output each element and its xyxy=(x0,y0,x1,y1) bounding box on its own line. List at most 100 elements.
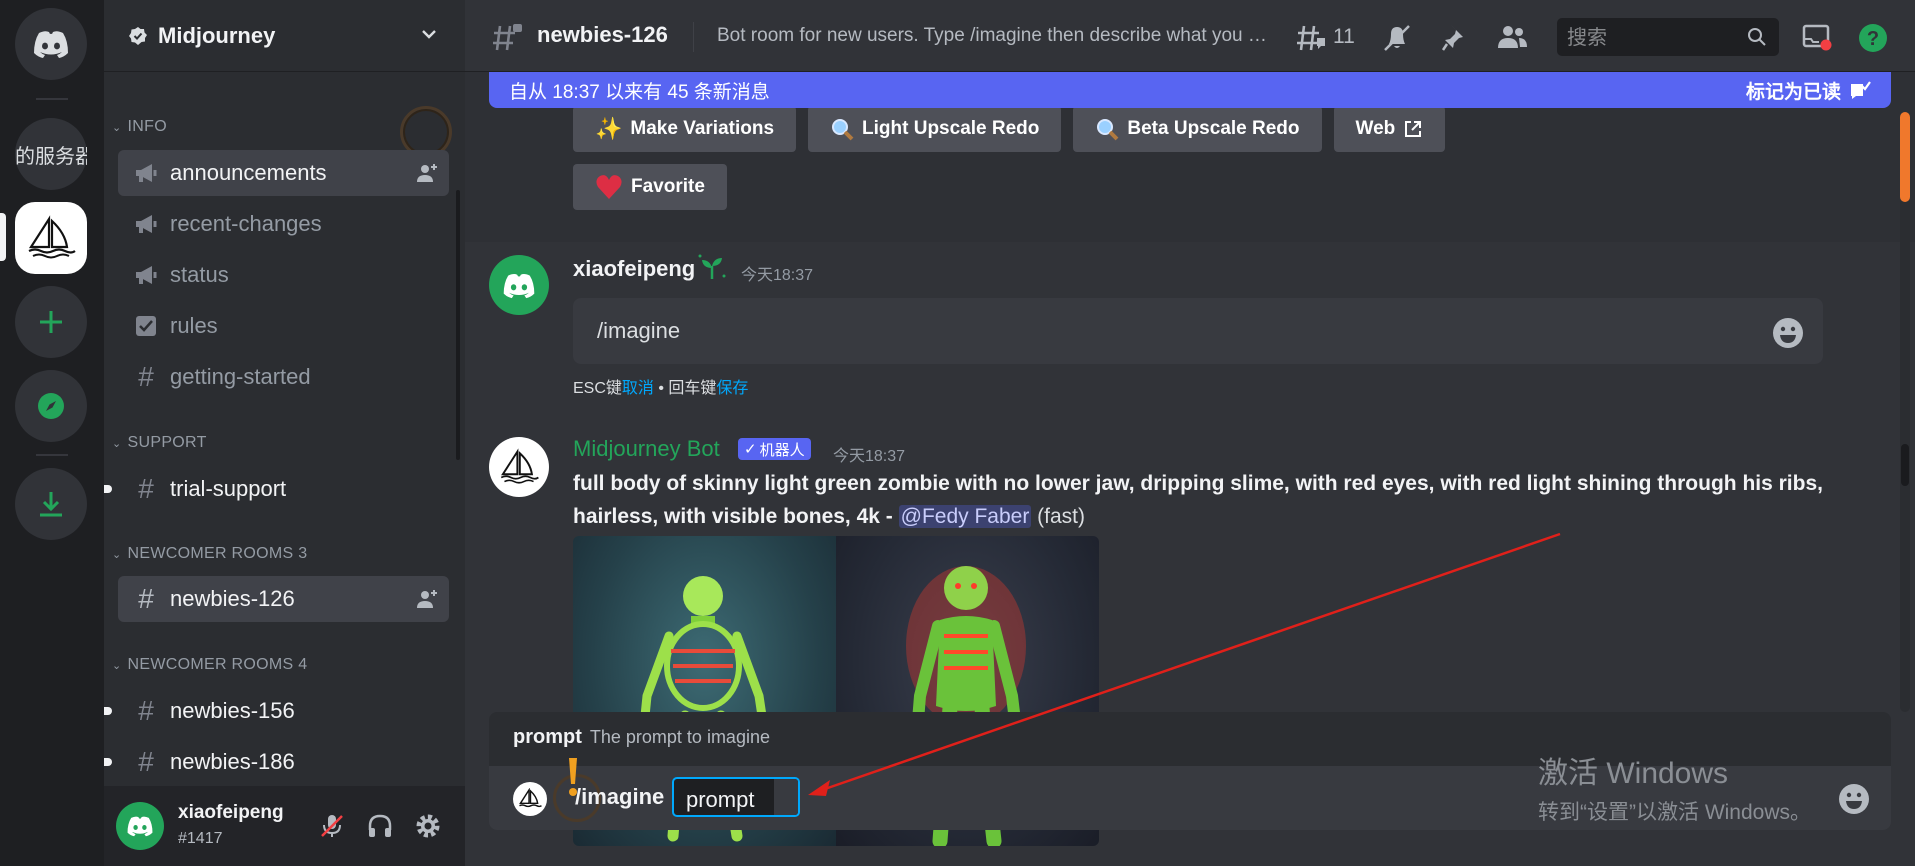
discord-home-button[interactable] xyxy=(15,8,87,80)
cancel-edit-link[interactable]: 取消 xyxy=(622,380,654,397)
channel-title: newbies-126 xyxy=(537,22,668,47)
mark-as-read-button[interactable]: 标记为已读 xyxy=(1746,77,1871,104)
bot-badge-label: 机器人 xyxy=(759,441,805,459)
channel-trial-support[interactable]: # trial-support xyxy=(118,466,449,512)
sprout-badge-icon xyxy=(698,254,726,279)
category-newcomer-rooms-4[interactable]: ⌄ NEWCOMER ROOMS 4 xyxy=(112,656,307,674)
channel-getting-started[interactable]: # getting-started xyxy=(118,354,449,400)
inbox-icon[interactable] xyxy=(1801,22,1833,52)
channel-status[interactable]: status xyxy=(118,252,449,298)
channel-label: newbies-156 xyxy=(170,698,295,723)
channel-label: newbies-186 xyxy=(170,749,295,774)
hashtag-lock-icon: # xyxy=(138,746,154,777)
add-server-button[interactable] xyxy=(15,286,87,358)
channel-label: rules xyxy=(170,313,218,338)
compass-icon xyxy=(38,393,64,419)
megaphone-icon xyxy=(132,210,160,238)
channel-newbies-126[interactable]: # newbies-126 xyxy=(118,576,449,622)
emoji-icon[interactable] xyxy=(1771,316,1805,350)
checkmark-icon: ✓ xyxy=(744,441,757,458)
pin-icon[interactable] xyxy=(1441,22,1469,52)
search-input[interactable] xyxy=(1557,18,1737,56)
add-member-icon[interactable] xyxy=(415,161,439,185)
slash-command: /imagine xyxy=(575,784,665,809)
category-label: NEWCOMER ROOMS 3 xyxy=(127,545,308,562)
server-rail: 的服务器 xyxy=(0,0,104,866)
explore-servers-button[interactable] xyxy=(15,370,87,442)
favorite-button[interactable]: Favorite xyxy=(573,164,727,210)
edit-hint: ESC键取消 • 回车键保存 xyxy=(573,374,748,398)
sailboat-icon xyxy=(28,215,76,259)
message-avatar[interactable] xyxy=(489,255,549,315)
button-label: Web xyxy=(1355,118,1396,139)
channel-recent-changes[interactable]: recent-changes xyxy=(118,201,449,247)
button-label: Beta Upscale Redo xyxy=(1127,118,1300,139)
member-list-icon[interactable] xyxy=(1495,22,1529,52)
channel-rules[interactable]: rules xyxy=(118,303,449,349)
prompt-dash: - xyxy=(879,505,899,528)
new-messages-bar[interactable]: 自从 18:37 以来有 45 条新消息 标记为已读 xyxy=(489,72,1891,108)
watermark-line1: 激活 Windows xyxy=(1538,757,1729,790)
mark-read-icon xyxy=(1851,81,1871,99)
windows-activation-watermark: 激活 Windows 转到“设置”以激活 Windows。 xyxy=(1538,748,1811,826)
download-apps-button[interactable] xyxy=(15,468,87,540)
channel-topic[interactable]: Bot room for new users. Type /imagine th… xyxy=(717,25,1277,47)
message-scrollbar-position[interactable] xyxy=(1901,444,1909,486)
magnifier-icon xyxy=(1097,119,1119,141)
add-member-icon[interactable] xyxy=(415,587,439,611)
category-label: NEWCOMER ROOMS 4 xyxy=(127,656,308,673)
search-box[interactable] xyxy=(1557,18,1779,56)
chevron-down-icon[interactable] xyxy=(419,24,439,44)
discord-logo-icon xyxy=(503,273,535,298)
server-folder-label: 的服务器 xyxy=(15,145,87,168)
channel-announcements[interactable]: announcements xyxy=(118,150,449,196)
category-label: SUPPORT xyxy=(127,434,207,451)
channel-header: newbies-126 Bot room for new users. Type… xyxy=(465,0,1915,72)
threads-icon xyxy=(1297,25,1325,51)
option-name: prompt xyxy=(513,726,582,748)
message-author[interactable]: xiaofeipeng xyxy=(573,256,695,282)
guild-header[interactable]: Midjourney xyxy=(104,0,465,72)
bot-author[interactable]: Midjourney Bot xyxy=(573,436,720,462)
category-info[interactable]: ⌄ INFO xyxy=(112,118,167,136)
web-link-button[interactable]: Web xyxy=(1333,106,1446,152)
beta-upscale-redo-button[interactable]: Beta Upscale Redo xyxy=(1073,106,1322,152)
user-avatar[interactable] xyxy=(116,802,164,850)
user-name: xiaofeipeng xyxy=(178,802,284,823)
mic-muted-icon[interactable] xyxy=(318,812,346,840)
help-icon[interactable]: ? xyxy=(1857,22,1889,54)
channel-label: trial-support xyxy=(170,476,287,501)
channel-newbies-186[interactable]: # newbies-186 xyxy=(118,739,449,785)
light-upscale-redo-button[interactable]: Light Upscale Redo xyxy=(808,106,1062,152)
unread-indicator xyxy=(104,758,112,766)
threads-button[interactable]: 11 xyxy=(1295,22,1355,52)
message-scroll-track[interactable] xyxy=(1900,112,1910,712)
sidebar-scrollbar[interactable] xyxy=(456,190,460,460)
channel-label: getting-started xyxy=(170,364,311,389)
category-newcomer-rooms-3[interactable]: ⌄ NEWCOMER ROOMS 3 xyxy=(112,545,307,563)
channel-newbies-156[interactable]: # newbies-156 xyxy=(118,688,449,734)
headphones-icon[interactable] xyxy=(366,812,394,840)
message-scrollbar-thumb[interactable] xyxy=(1900,112,1910,202)
user-mention[interactable]: @Fedy Faber xyxy=(898,505,1032,528)
thread-count: 11 xyxy=(1333,25,1355,48)
gear-icon[interactable] xyxy=(414,812,442,840)
megaphone-icon xyxy=(132,261,160,289)
midjourney-server-button[interactable] xyxy=(15,202,87,274)
command-option-hint: prompt The prompt to imagine xyxy=(513,726,770,749)
external-link-icon xyxy=(1405,121,1422,137)
action-row-2: Favorite xyxy=(573,164,727,210)
new-messages-text: 自从 18:37 以来有 45 条新消息 xyxy=(509,81,770,103)
prompt-parameter-field[interactable]: prompt xyxy=(672,777,800,817)
edit-message-box[interactable]: /imagine xyxy=(573,298,1823,364)
notifications-muted-icon[interactable] xyxy=(1381,22,1413,52)
emoji-icon[interactable] xyxy=(1837,782,1871,816)
server-folder-button[interactable]: 的服务器 xyxy=(15,118,87,190)
discord-window: 的服务器 Midjourney ⌄ INFO announcements rec… xyxy=(0,0,1915,866)
category-support[interactable]: ⌄ SUPPORT xyxy=(112,434,207,452)
bot-avatar[interactable] xyxy=(489,437,549,497)
save-edit-link[interactable]: 保存 xyxy=(716,380,748,397)
make-variations-button[interactable]: ✨ Make Variations xyxy=(573,106,797,152)
prompt-parameter-value[interactable] xyxy=(774,779,798,815)
collapse-arrow-icon: ⌄ xyxy=(112,548,122,561)
